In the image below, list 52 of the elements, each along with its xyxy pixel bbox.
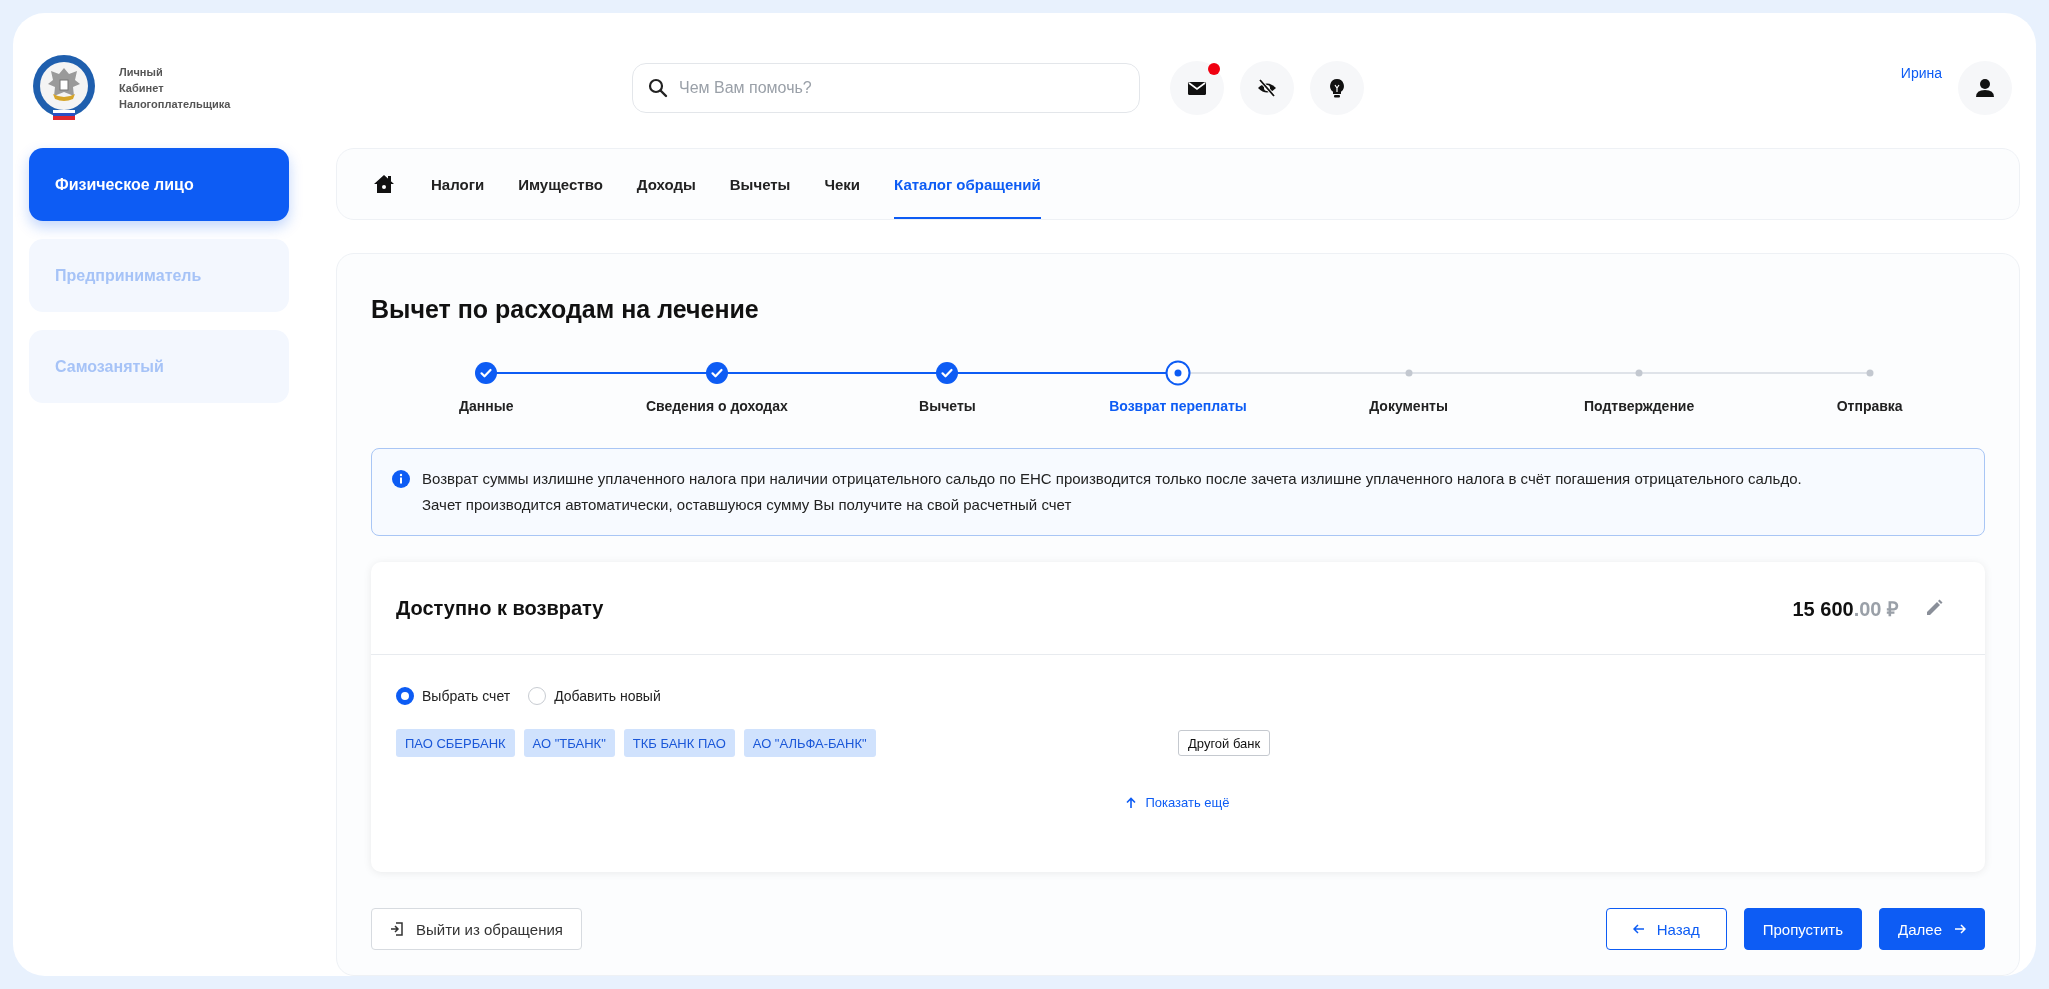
nav-tab[interactable]: Имущество xyxy=(518,149,603,219)
page-title: Вычет по расходам на лечение xyxy=(371,294,760,324)
step-check-icon xyxy=(936,362,959,384)
arrow-left-icon xyxy=(1632,924,1645,934)
user-name-link[interactable]: Ирина xyxy=(1900,65,1942,81)
step-check-icon xyxy=(705,362,728,384)
home-icon xyxy=(373,174,395,194)
bank-chip[interactable]: ПАО СБЕРБАНК xyxy=(396,729,515,757)
step-label: Возврат переплаты xyxy=(1109,398,1247,414)
arrow-right-icon xyxy=(1954,924,1966,934)
nav-tab[interactable]: Налоги xyxy=(431,149,485,219)
other-bank-button[interactable]: Другой банк xyxy=(1178,730,1271,756)
nav-tab[interactable]: Каталог обращений xyxy=(894,149,1041,219)
back-button[interactable]: Назад xyxy=(1605,908,1727,950)
nav-tab[interactable]: Доходы xyxy=(636,149,696,219)
notice-text: Возврат суммы излишне уплаченного налога при наличии отрицательного сальдо по ЕНС производится только после зачета излишне уплаченного налога в счёт погашения отрицательного сальдо. Зачет производится автоматически, оставшуюся сумму Вы получите на свой расчетный счет xyxy=(422,469,1803,515)
step-label: Данные xyxy=(459,398,514,414)
search-icon xyxy=(648,78,668,98)
notification-dot xyxy=(1208,63,1220,75)
refund-amount: 15 600.00 ₽ xyxy=(1792,596,1899,622)
step-dot-icon xyxy=(1404,369,1413,377)
exit-icon xyxy=(390,922,404,936)
step-label: Подтверждение xyxy=(1584,398,1695,414)
radio-option[interactable]: Выбрать счет xyxy=(396,687,511,705)
arrow-up-icon xyxy=(1126,796,1137,809)
sidebar-item[interactable]: Физическое лицо xyxy=(29,148,289,221)
refund-title: Доступно к возврату xyxy=(396,596,604,620)
info-icon xyxy=(392,470,410,488)
pencil-icon xyxy=(1925,599,1943,617)
bank-chip[interactable]: АО "ТБАНК" xyxy=(523,729,615,757)
eye-slash-icon xyxy=(1256,77,1278,99)
nav-tab[interactable]: Чеки xyxy=(824,149,861,219)
brand-name: Личный Кабинет Налогоплательщика xyxy=(119,65,231,112)
nav-tab[interactable]: Вычеты xyxy=(729,149,791,219)
next-button[interactable]: Далее xyxy=(1879,908,1985,950)
step-label: Отправка xyxy=(1836,398,1903,414)
step-current-icon xyxy=(1165,360,1191,386)
bank-chip[interactable]: АО "АЛЬФА-БАНК" xyxy=(743,729,876,757)
step-label: Документы xyxy=(1369,398,1448,414)
user-silhouette-icon xyxy=(1975,78,1995,98)
step-check-icon xyxy=(475,362,498,384)
bank-chip[interactable]: ТКБ БАНК ПАО xyxy=(623,729,735,757)
step-dot-icon xyxy=(1865,369,1874,377)
search-field[interactable]: Чем Вам помочь? xyxy=(632,63,1140,113)
skip-button[interactable]: Пропустить xyxy=(1743,908,1863,950)
exit-button[interactable]: Выйти из обращения xyxy=(371,908,582,950)
show-more-link[interactable]: Показать ещё xyxy=(1126,795,1230,810)
emblem-icon xyxy=(31,54,97,122)
step-label: Сведения о доходах xyxy=(645,398,788,414)
step-label: Вычеты xyxy=(919,398,976,414)
radio-option[interactable]: Добавить новый xyxy=(528,687,661,705)
step-dot-icon xyxy=(1635,369,1644,377)
